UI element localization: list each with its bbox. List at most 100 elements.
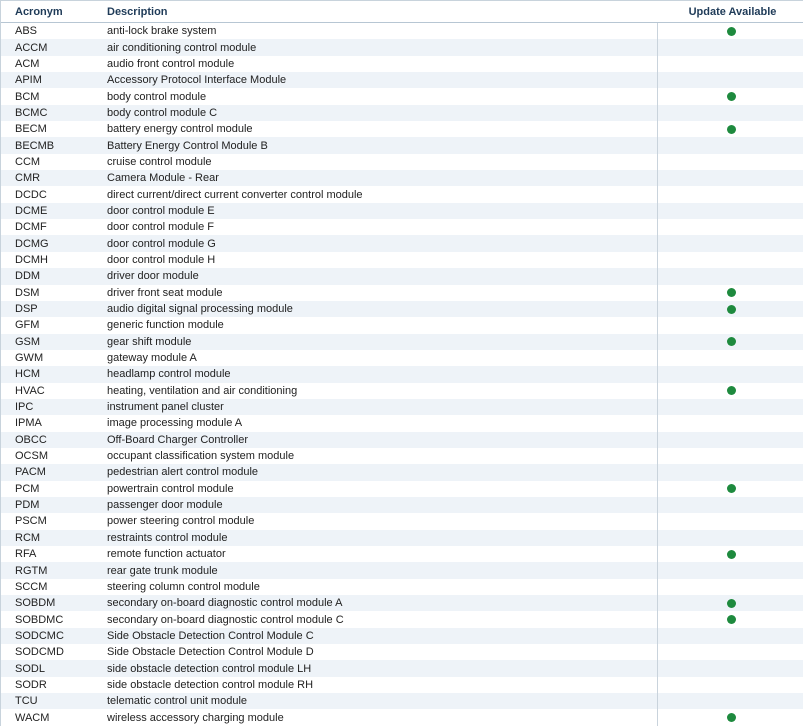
green-dot-icon [727,484,736,494]
green-dot-icon [727,304,736,314]
table-row[interactable]: IPMA image processing module A [1,415,803,432]
green-dot-icon [727,713,736,723]
update-available-cell [657,300,803,318]
table-row[interactable]: SODCMD Side Obstacle Detection Control Mo… [1,644,803,661]
table-row[interactable]: DCMG door control module G [1,235,803,252]
acronym-cell: HCM [15,368,41,381]
table-row[interactable]: OCSM occupant classification system modul… [1,447,803,465]
table-row[interactable]: SOBDM secondary on-board diagnostic contr… [1,595,803,612]
table-row[interactable]: SODCMC Side Obstacle Detection Control Mo… [1,627,803,645]
update-available-cell [657,88,803,105]
table-row[interactable]: DCMH door control module H [1,251,803,269]
table-row[interactable]: DSM driver front seat module [1,284,803,301]
green-dot-icon [727,615,736,625]
table-row[interactable]: DCME door control module E [1,202,803,220]
description-cell: direct current/direct current converter … [107,188,363,201]
table-row[interactable]: GFM generic function module [1,317,803,334]
description-cell: door control module E [107,204,215,217]
header-acronym[interactable]: Acronym [1,6,92,18]
update-available-cell [657,693,803,710]
update-available-cell [657,317,803,334]
update-available-cell [657,660,803,677]
table-row[interactable]: ACCM air conditioning control module [1,39,803,56]
table-row[interactable]: PCM powertrain control module [1,480,803,497]
table-row[interactable]: ABS anti-lock brake system [1,23,803,40]
acronym-cell: PSCM [15,515,47,528]
update-available-cell [657,644,803,661]
update-available-cell [657,202,803,220]
table-row[interactable]: SCCM steering column control module [1,578,803,596]
table-row[interactable]: DSP audio digital signal processing modul… [1,300,803,318]
green-dot-icon [727,124,736,134]
acronym-cell: HVAC [15,384,45,397]
table-row[interactable]: PACM pedestrian alert control module [1,464,803,481]
table-row[interactable]: BCM body control module [1,88,803,105]
green-dot-icon [727,386,736,396]
header-description[interactable]: Description [92,6,657,18]
update-available-cell [657,447,803,465]
acronym-cell: DCMG [15,237,49,250]
table-row[interactable]: SOBDMC secondary on-board diagnostic cont… [1,611,803,628]
acronym-cell: RCM [15,531,41,544]
description-cell: Camera Module - Rear [107,172,219,185]
update-available-cell [657,611,803,628]
update-available-cell [657,464,803,481]
table-row[interactable]: PSCM power steering control module [1,513,803,530]
table-row[interactable]: HVAC heating, ventilation and air conditi… [1,382,803,399]
update-available-cell [657,578,803,596]
acronym-cell: PACM [15,466,46,479]
table-row[interactable]: TCU telematic control unit module [1,693,803,710]
update-available-cell [657,709,803,726]
green-dot-icon [727,288,736,298]
table-row[interactable]: BECM battery energy control module [1,121,803,138]
acronym-cell: DCME [15,204,48,217]
table-row[interactable]: DDM driver door module [1,268,803,285]
table-row[interactable]: CCM cruise control module [1,153,803,171]
table-row[interactable]: DCMF door control module F [1,219,803,236]
description-cell: body control module [107,90,207,103]
update-available-cell [657,251,803,269]
update-available-cell [657,72,803,89]
description-cell: secondary on-board diagnostic control mo… [107,613,344,626]
acronym-cell: OBCC [15,433,47,446]
update-available-cell [657,676,803,694]
description-cell: occupant classification system module [107,450,295,463]
update-available-cell [657,235,803,252]
description-cell: headlamp control module [107,368,231,381]
table-row[interactable]: SODR side obstacle detection control modu… [1,676,803,694]
table-row[interactable]: PDM passenger door module [1,496,803,514]
acronym-cell: CMR [15,172,41,185]
table-row[interactable]: RGTM rear gate trunk module [1,562,803,579]
acronym-cell: ACCM [15,41,48,54]
table-row[interactable]: IPC instrument panel cluster [1,398,803,416]
description-cell: driver front seat module [107,286,223,299]
update-available-cell [657,382,803,399]
acronym-cell: GWM [15,352,44,365]
table-row[interactable]: GWM gateway module A [1,349,803,367]
green-dot-icon [727,598,736,608]
table-row[interactable]: RFA remote function actuator [1,546,803,563]
header-update-available[interactable]: Update Available [657,6,803,18]
description-cell: remote function actuator [107,548,226,561]
table-row[interactable]: OBCC Off-Board Charger Controller [1,431,803,448]
table-row[interactable]: GSM gear shift module [1,333,803,350]
table-row[interactable]: BCMC body control module C [1,104,803,122]
table-row[interactable]: APIM Accessory Protocol Interface Module [1,72,803,89]
table-row[interactable]: BECMB Battery Energy Control Module B [1,137,803,154]
acronym-cell: GFM [15,319,40,332]
table-row[interactable]: ACM audio front control module [1,55,803,73]
table-row[interactable]: HCM headlamp control module [1,366,803,383]
update-available-cell [657,546,803,563]
acronym-cell: SCCM [15,580,48,593]
table-row[interactable]: SODL side obstacle detection control modu… [1,660,803,677]
table-row[interactable]: RCM restraints control module [1,529,803,546]
description-cell: air conditioning control module [107,41,257,54]
table-row[interactable]: CMR Camera Module - Rear [1,170,803,187]
table-row[interactable]: DCDC direct current/direct current conver… [1,186,803,203]
description-cell: anti-lock brake system [107,25,217,38]
description-cell: Side Obstacle Detection Control Module C [107,629,314,642]
table-row[interactable]: WACM wireless accessory charging module [1,709,803,726]
update-available-cell [657,480,803,497]
acronym-cell: DSM [15,286,40,299]
description-cell: door control module H [107,253,216,266]
